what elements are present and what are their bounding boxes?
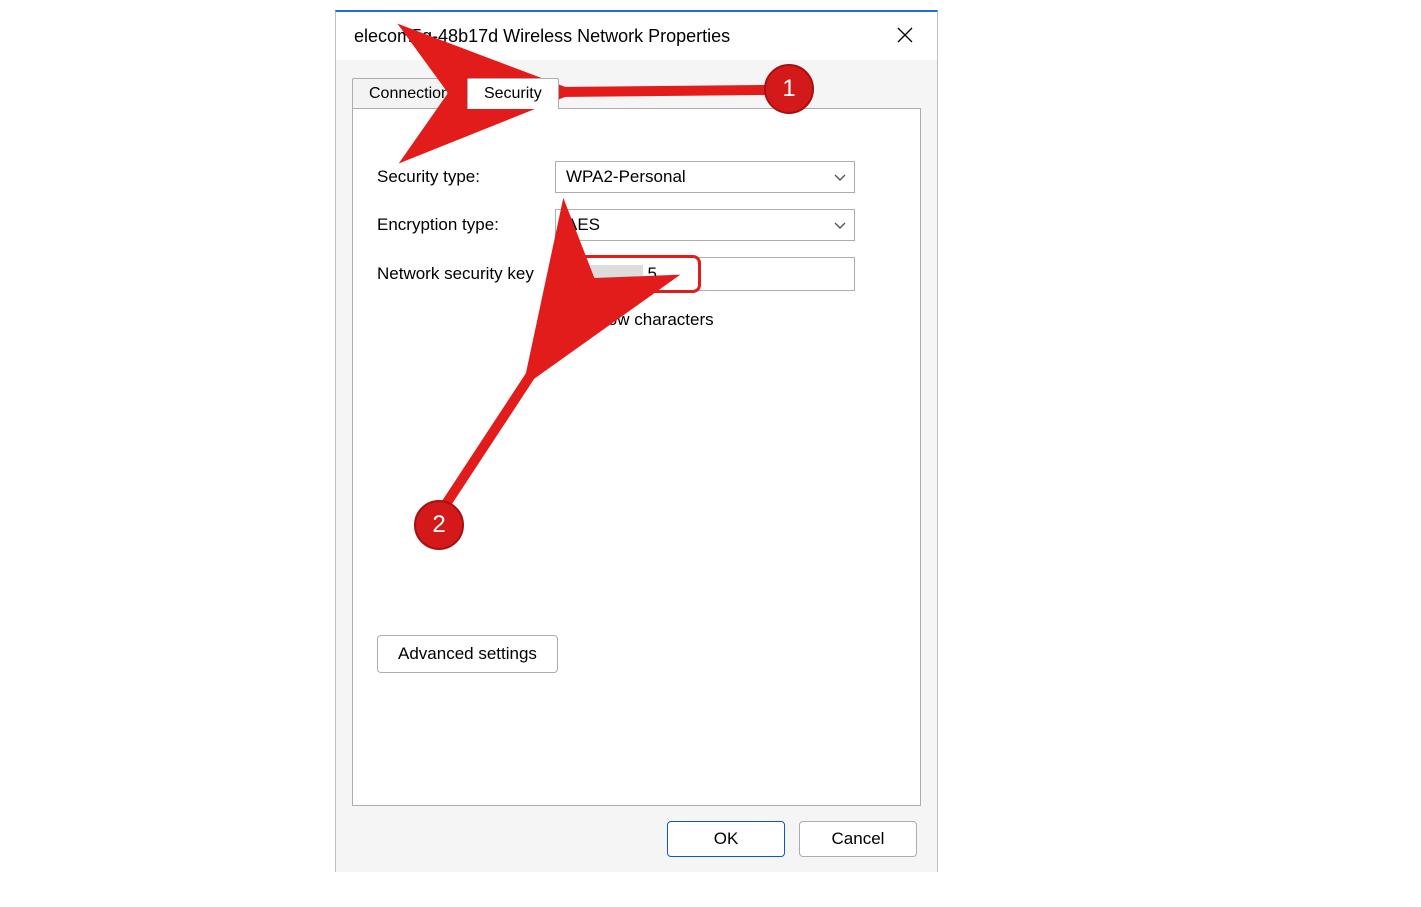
cancel-button[interactable]: Cancel [799, 821, 917, 857]
network-key-prefix: e [566, 264, 575, 284]
show-characters-checkbox[interactable] [555, 309, 577, 331]
network-key-input[interactable]: e 5 [555, 257, 855, 291]
properties-dialog: elecom5g-48b17d Wireless Network Propert… [335, 10, 938, 872]
network-key-redacted [579, 265, 643, 283]
security-type-value: WPA2-Personal [566, 167, 686, 187]
window-title: elecom5g-48b17d Wireless Network Propert… [354, 26, 883, 47]
security-type-row: Security type: WPA2-Personal [377, 161, 896, 193]
dialog-footer: OK Cancel [336, 806, 937, 872]
security-type-select[interactable]: WPA2-Personal [555, 161, 855, 193]
network-key-value: e 5 [566, 264, 657, 284]
network-key-row: Network security key e 5 [377, 257, 896, 291]
chevron-down-icon [834, 215, 846, 235]
encryption-type-value: AES [566, 215, 600, 235]
tab-connection[interactable]: Connection [352, 78, 467, 109]
encryption-type-row: Encryption type: AES [377, 209, 896, 241]
check-icon [559, 310, 573, 330]
show-characters-label: Show characters [587, 310, 714, 330]
chevron-down-icon [834, 167, 846, 187]
advanced-settings-button[interactable]: Advanced settings [377, 635, 558, 673]
security-type-label: Security type: [377, 167, 555, 187]
show-characters-row: Show characters [555, 309, 896, 331]
network-key-suffix: 5 [647, 264, 656, 284]
ok-button[interactable]: OK [667, 821, 785, 857]
close-button[interactable] [883, 16, 927, 56]
tab-security[interactable]: Security [467, 78, 559, 109]
titlebar: elecom5g-48b17d Wireless Network Propert… [336, 12, 937, 60]
tab-strip: Connection Security [352, 74, 921, 108]
encryption-type-label: Encryption type: [377, 215, 555, 235]
dialog-body: Connection Security Security type: WPA2-… [336, 60, 937, 806]
network-key-label: Network security key [377, 264, 555, 284]
encryption-type-select[interactable]: AES [555, 209, 855, 241]
close-icon [897, 27, 913, 46]
security-panel: Security type: WPA2-Personal Encryption … [352, 108, 921, 806]
